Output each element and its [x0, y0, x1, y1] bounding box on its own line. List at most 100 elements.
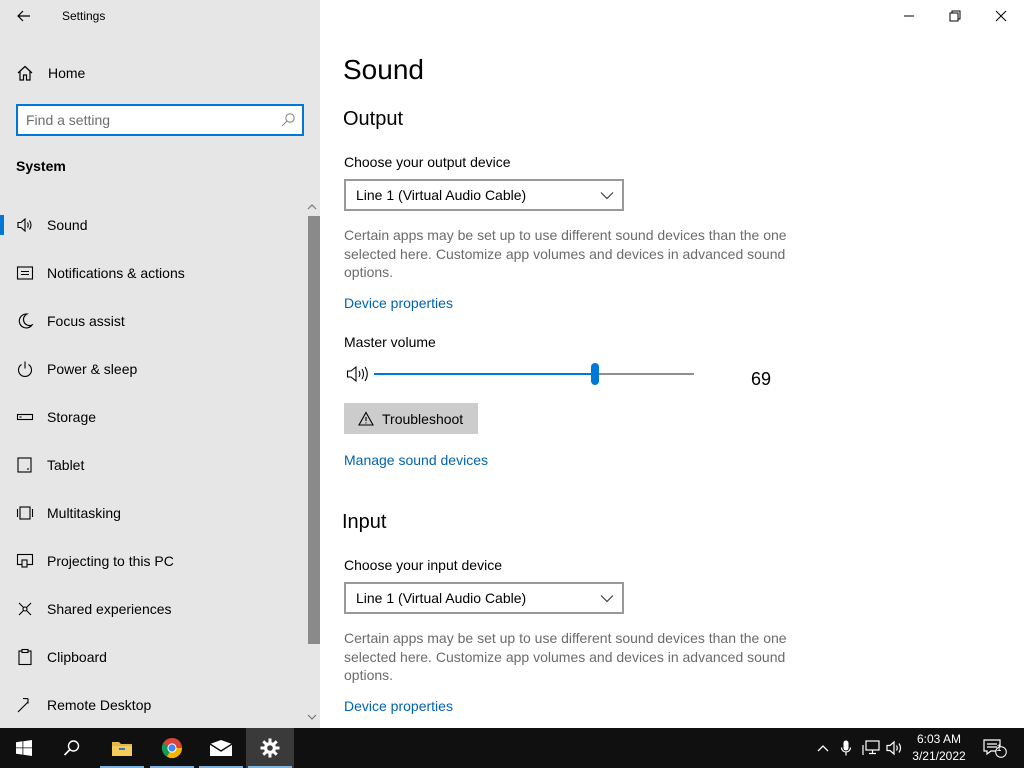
home-icon: [17, 65, 33, 81]
helper-line: options.: [344, 667, 394, 683]
sidebar-item-label: Clipboard: [47, 649, 107, 665]
input-device-properties-link[interactable]: Device properties: [344, 698, 453, 714]
chevron-down-icon: [600, 192, 614, 200]
scroll-down-icon[interactable]: [307, 712, 317, 722]
start-button[interactable]: [0, 728, 48, 768]
helper-line: Certain apps may be set up to use differ…: [344, 630, 787, 646]
chrome-icon: [161, 738, 183, 759]
input-device-dropdown[interactable]: Line 1 (Virtual Audio Cable): [344, 582, 624, 614]
search-icon: [63, 740, 80, 756]
volume-value: 69: [751, 369, 772, 389]
sidebar-item-tablet[interactable]: Tablet: [0, 441, 304, 489]
home-nav-item[interactable]: Home: [0, 56, 320, 90]
sidebar-item-power-sleep[interactable]: Power & sleep: [0, 345, 304, 393]
start-icon: [16, 740, 32, 756]
clock-date: 3/21/2022: [912, 749, 966, 763]
helper-line: selected here. Customize app volumes and…: [344, 245, 786, 262]
output-device-dropdown[interactable]: Line 1 (Virtual Audio Cable): [344, 179, 624, 211]
multitasking-icon: [16, 506, 34, 520]
taskbar-clock[interactable]: 6:03 AM 3/21/2022: [906, 731, 972, 765]
close-button[interactable]: [978, 0, 1024, 32]
sidebar-item-notifications[interactable]: Notifications & actions: [0, 249, 304, 297]
file-explorer-icon: [112, 742, 132, 756]
storage-icon: [16, 413, 34, 421]
sidebar-item-shared-experiences[interactable]: Shared experiences: [0, 585, 304, 633]
output-device-label: Choose your output device: [344, 154, 511, 170]
sidebar-scrollbar[interactable]: [304, 200, 320, 728]
action-center-button[interactable]: 1: [980, 728, 1010, 768]
search-box[interactable]: [16, 104, 304, 136]
taskbar-mail[interactable]: [197, 728, 245, 768]
page-title: Sound: [343, 54, 424, 85]
sidebar-item-label: Remote Desktop: [47, 697, 152, 713]
input-device-value: Line 1 (Virtual Audio Cable): [356, 590, 527, 606]
sidebar-item-remote-desktop[interactable]: Remote Desktop: [0, 681, 304, 728]
input-heading: Input: [342, 511, 387, 533]
output-device-properties-link[interactable]: Device properties: [344, 295, 453, 311]
chevron-down-icon: [600, 595, 614, 603]
input-helper-text: Certain apps may be set up to use differ…: [344, 629, 794, 685]
sidebar-item-sound[interactable]: Sound: [0, 201, 304, 249]
volume-tray-button[interactable]: [884, 728, 906, 768]
sidebar-item-label: Power & sleep: [47, 361, 138, 377]
sidebar-item-label: Sound: [47, 217, 88, 233]
settings-icon: [260, 738, 280, 758]
tablet-icon: [17, 457, 32, 473]
sidebar-item-label: Storage: [47, 409, 97, 425]
helper-line: selected here. Customize app volumes and…: [344, 648, 786, 665]
slider-fill: [374, 373, 595, 375]
helper-line: options.: [344, 264, 394, 280]
sidebar-item-projecting[interactable]: Projecting to this PC: [0, 537, 304, 585]
microphone-tray-button[interactable]: [836, 728, 856, 768]
manage-sound-devices-link[interactable]: Manage sound devices: [344, 452, 488, 468]
back-button[interactable]: [8, 4, 40, 28]
sidebar-item-focus-assist[interactable]: Focus assist: [0, 297, 304, 345]
sidebar-item-label: Focus assist: [47, 313, 125, 329]
output-device-value: Line 1 (Virtual Audio Cable): [356, 187, 527, 203]
nav-list: Sound Notifications & actions Focus assi…: [0, 201, 304, 728]
sound-settings-page: Sound Output Choose your output device L…: [320, 32, 1024, 728]
taskbar-chrome[interactable]: [148, 728, 196, 768]
show-hidden-icons-button[interactable]: [812, 728, 834, 768]
chevron-up-icon: [817, 745, 829, 752]
sidebar-item-multitasking[interactable]: Multitasking: [0, 489, 304, 537]
notification-count: 1: [996, 743, 1002, 753]
scrollbar-thumb[interactable]: [308, 216, 320, 644]
sidebar-item-clipboard[interactable]: Clipboard: [0, 633, 304, 681]
taskbar-search-button[interactable]: [48, 728, 96, 768]
taskbar-settings[interactable]: [246, 728, 294, 768]
sidebar-item-label: Tablet: [47, 457, 85, 473]
mail-icon: [209, 740, 233, 756]
network-tray-button[interactable]: [860, 728, 882, 768]
minimize-button[interactable]: [886, 0, 932, 32]
volume-icon[interactable]: [346, 364, 370, 384]
power-icon: [17, 361, 33, 378]
microphone-icon: [840, 740, 852, 756]
moon-icon: [18, 313, 34, 329]
scroll-up-icon[interactable]: [307, 202, 317, 212]
minimize-icon: [904, 15, 914, 17]
output-helper-text: Certain apps may be set up to use differ…: [344, 226, 794, 282]
section-label: System: [16, 158, 66, 174]
master-volume-slider[interactable]: [374, 363, 694, 387]
close-icon: [995, 10, 1007, 22]
taskbar-file-explorer[interactable]: [98, 728, 146, 768]
slider-thumb[interactable]: [591, 363, 599, 385]
restore-button[interactable]: [932, 0, 978, 32]
sidebar-item-storage[interactable]: Storage: [0, 393, 304, 441]
settings-sidebar: Settings Home System Sound Notifications…: [0, 0, 320, 728]
projecting-icon: [16, 553, 34, 568]
sidebar-item-label: Projecting to this PC: [47, 553, 174, 569]
output-heading: Output: [343, 108, 404, 130]
notification-icon: [16, 266, 34, 280]
taskbar: 6:03 AM 3/21/2022 1: [0, 728, 1024, 768]
search-input[interactable]: [26, 111, 276, 129]
master-volume-label: Master volume: [344, 334, 436, 350]
back-arrow-icon: [17, 10, 30, 22]
speaker-icon: [17, 217, 32, 233]
search-icon[interactable]: [280, 112, 296, 128]
volume-icon: [886, 740, 902, 756]
troubleshoot-button[interactable]: Troubleshoot: [344, 403, 478, 434]
app-title: Settings: [62, 9, 106, 23]
shared-experiences-icon: [18, 602, 32, 616]
